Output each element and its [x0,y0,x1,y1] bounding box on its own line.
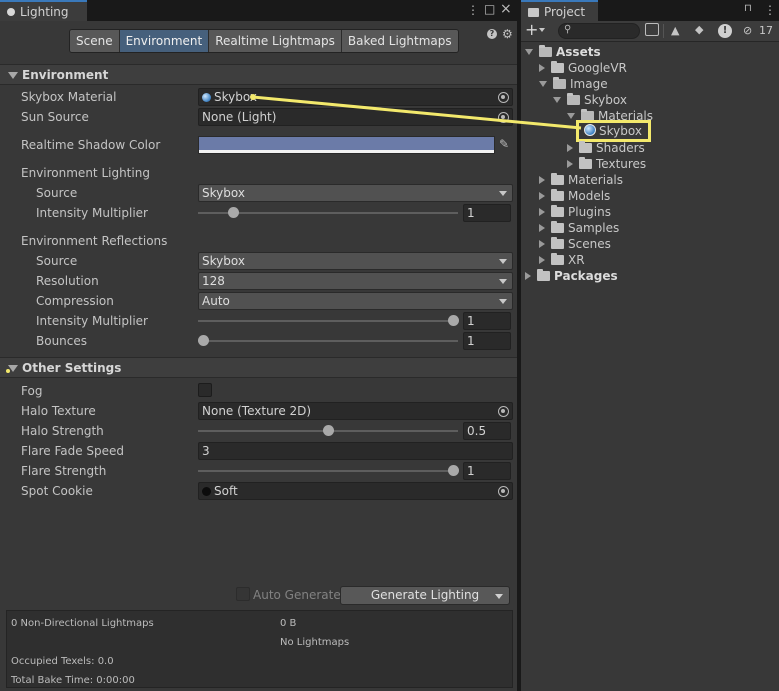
annotation-overlay [6,94,582,373]
annotation-line [252,95,582,130]
annotation-dot [250,94,256,100]
stray-dot [6,369,10,373]
